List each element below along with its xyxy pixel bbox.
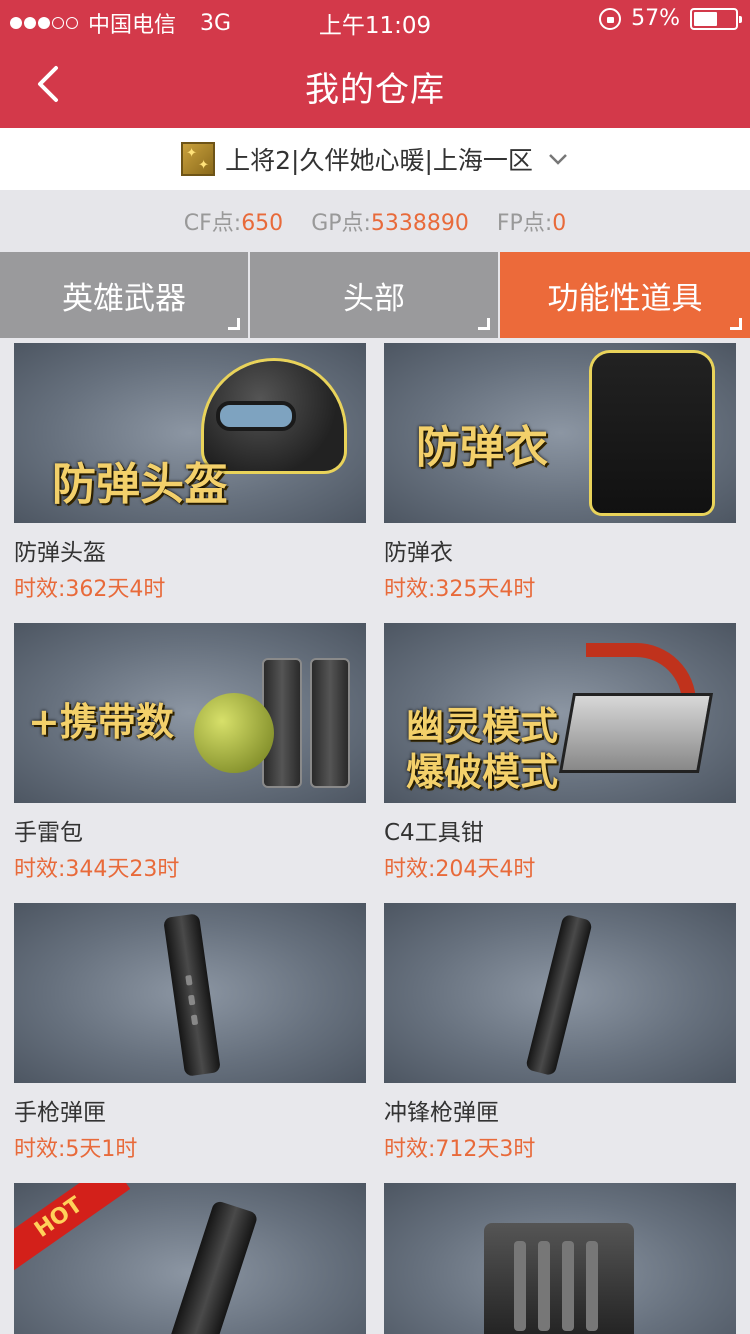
item-art-text: 防弹衣 [416, 422, 548, 473]
item-name: 防弹衣 [384, 540, 453, 566]
item-name: 手雷包 [14, 820, 83, 846]
status-bar: 中国电信 3G 上午11:09 57% [0, 0, 750, 40]
item-duration: 时效:712天3时 [384, 1137, 536, 1162]
item-image [384, 1183, 736, 1334]
item-image: 幽灵模式 爆破模式 [384, 623, 736, 803]
grenade-art [194, 693, 274, 773]
item-art-text: +携带数 [28, 699, 174, 744]
magazine-art [165, 1199, 259, 1334]
item-name: 防弹头盔 [14, 540, 106, 566]
tab-label: 英雄武器 [62, 280, 186, 317]
item-name: C4工具钳 [384, 820, 484, 846]
item-card-box-magazine[interactable] [384, 1183, 736, 1334]
category-tabs: 英雄武器 头部 功能性道具 [0, 252, 750, 338]
magazine-art [525, 913, 593, 1077]
battery-icon [690, 7, 742, 30]
item-art-text: 防弹头盔 [52, 459, 228, 510]
item-card-pistol-magazine[interactable]: 手枪弹匣 时效:5天1时 [14, 903, 366, 1163]
hot-badge: HOT [14, 1183, 131, 1275]
item-image [384, 903, 736, 1083]
battery-percent: 57% [631, 6, 680, 31]
magazine-art [163, 913, 221, 1077]
corner-mark-icon [730, 318, 742, 330]
item-duration: 时效:344天23时 [14, 857, 180, 882]
account-name: 上将2|久伴她心暖|上海一区 [225, 146, 533, 175]
item-duration: 时效:362天4时 [14, 577, 166, 602]
item-art-text: 爆破模式 [406, 749, 559, 794]
item-image: HOT [14, 1183, 366, 1334]
item-duration: 时效:325天4时 [384, 577, 536, 602]
points-cf: CF点:650 [183, 211, 284, 236]
item-card-rifle-magazine[interactable]: HOT [14, 1183, 366, 1334]
item-card-c4-pliers[interactable]: 幽灵模式 爆破模式 C4工具钳 时效:204天4时 [384, 623, 736, 883]
box-magazine-art [484, 1223, 634, 1334]
item-card-grenade-pack[interactable]: +携带数 手雷包 时效:344天23时 [14, 623, 366, 883]
tab-hero-weapons[interactable]: 英雄武器 [0, 252, 250, 338]
corner-mark-icon [478, 318, 490, 330]
item-card-smg-magazine[interactable]: 冲锋枪弹匣 时效:712天3时 [384, 903, 736, 1163]
item-card-vest[interactable]: 防弹衣 防弹衣 时效:325天4时 [384, 343, 736, 603]
points-fp: FP点:0 [496, 211, 567, 236]
points-gp: GP点:5338890 [311, 211, 469, 236]
app-header: 中国电信 3G 上午11:09 57% 我的仓库 [0, 0, 750, 128]
rank-badge-icon [181, 142, 216, 176]
account-selector[interactable]: 上将2|久伴她心暖|上海一区 [0, 128, 750, 190]
canister-art [310, 658, 350, 788]
rotation-lock-icon [599, 7, 622, 30]
goggles-art [216, 401, 296, 431]
item-image: +携带数 [14, 623, 366, 803]
item-image [14, 903, 366, 1083]
vest-art [592, 353, 712, 513]
item-name: 冲锋枪弹匣 [384, 1100, 499, 1126]
corner-mark-icon [228, 318, 240, 330]
item-duration: 时效:5天1时 [14, 1137, 138, 1162]
tab-label: 功能性道具 [547, 280, 703, 317]
tab-label: 头部 [343, 280, 405, 317]
item-image: 防弹头盔 [14, 343, 366, 523]
item-card-helmet[interactable]: 防弹头盔 防弹头盔 时效:362天4时 [14, 343, 366, 603]
chevron-down-icon [548, 154, 567, 165]
points-summary: CF点:650 GP点:5338890 FP点:0 [0, 190, 750, 252]
page-title: 我的仓库 [305, 70, 445, 110]
tab-functional-items[interactable]: 功能性道具 [500, 252, 750, 338]
c4-box-art [558, 693, 714, 773]
item-image: 防弹衣 [384, 343, 736, 523]
item-name: 手枪弹匣 [14, 1100, 106, 1126]
item-duration: 时效:204天4时 [384, 857, 536, 882]
tab-head[interactable]: 头部 [250, 252, 500, 338]
